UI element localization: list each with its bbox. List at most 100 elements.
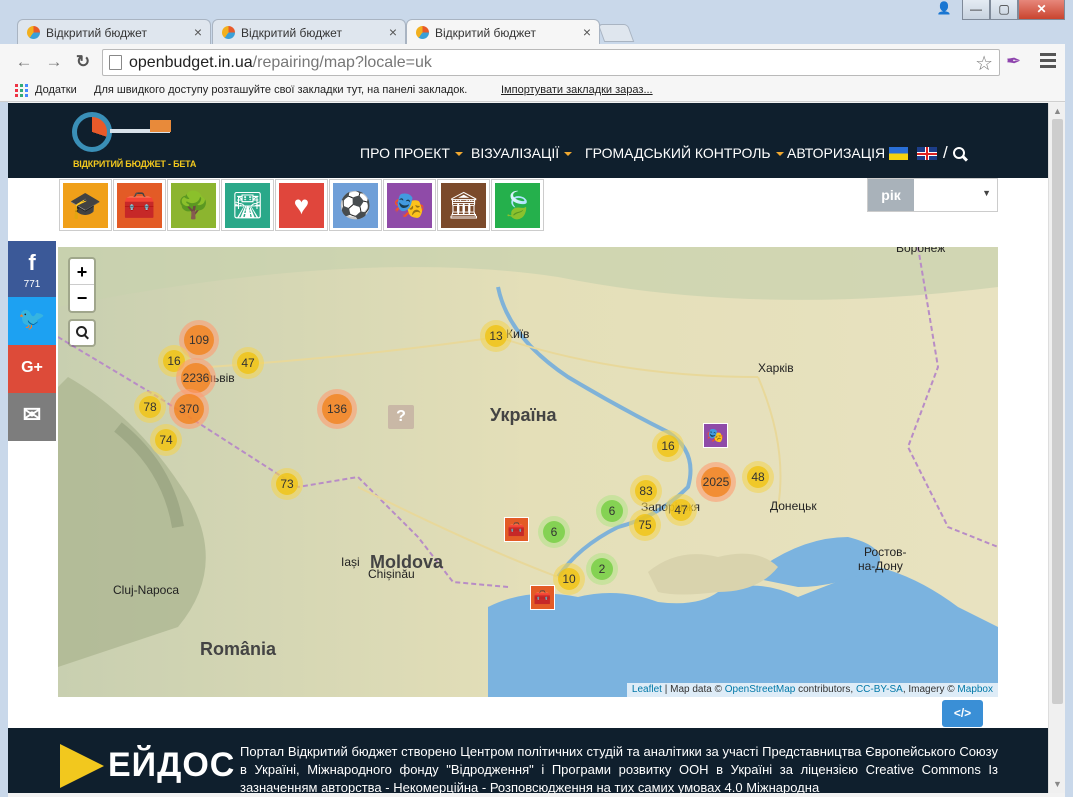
map-cluster-marker[interactable]: 6 <box>596 495 628 527</box>
category-football[interactable]: ⚽ <box>329 179 382 231</box>
eidos-logo[interactable]: ЕЙДОС <box>60 744 234 788</box>
embed-code-button[interactable]: </> <box>942 700 983 727</box>
scroll-down-icon: ▼ <box>1053 779 1062 789</box>
cluster-count: 13 <box>489 329 503 343</box>
import-bookmarks-link[interactable]: Імпортувати закладки зараз... <box>501 84 653 96</box>
map-cluster-marker[interactable]: 370 <box>169 389 209 429</box>
category-heart-pulse[interactable]: ♥ <box>275 179 328 231</box>
map-cluster-marker[interactable]: 10 <box>553 563 585 595</box>
map-cluster-marker[interactable]: 16 <box>652 430 684 462</box>
toolbox-icon[interactable]: 🧰 <box>530 585 555 610</box>
ukrainian-flag-icon[interactable] <box>889 147 908 160</box>
close-tab-icon[interactable]: × <box>389 24 397 40</box>
mapbox-link[interactable]: Mapbox <box>957 684 993 695</box>
close-window-button[interactable]: ✕ <box>1018 0 1065 20</box>
map-label-city: Воронеж <box>896 247 946 255</box>
cluster-count: 16 <box>661 439 675 453</box>
year-label: рік <box>868 179 914 211</box>
category-leaves[interactable]: 🍃 <box>491 179 544 231</box>
browser-menu-icon[interactable] <box>1040 53 1056 69</box>
browser-tab-3-active[interactable]: Відкритий бюджет × <box>406 19 600 46</box>
map-search-button[interactable] <box>68 319 96 347</box>
bookmarks-bar: Додатки Для швидкого доступу розташуйте … <box>0 80 1073 102</box>
footer-text: Портал Відкритий бюджет створено Центром… <box>240 744 998 793</box>
browser-tab-1[interactable]: Відкритий бюджет × <box>17 19 211 45</box>
profile-icon[interactable]: 👤 <box>935 1 953 17</box>
map-cluster-marker[interactable]: 2 <box>586 553 618 585</box>
bookmark-star-icon[interactable]: ☆ <box>975 51 993 76</box>
map-cluster-marker[interactable]: 6 <box>538 516 570 548</box>
map-cluster-marker[interactable]: 73 <box>271 468 303 500</box>
theatre-masks-icon[interactable]: 🎭 <box>703 423 728 448</box>
map-cluster-marker[interactable]: 136 <box>317 389 357 429</box>
minimize-button[interactable]: — <box>962 0 990 20</box>
category-road[interactable]: 🛣 <box>221 179 274 231</box>
browser-tab-2[interactable]: Відкритий бюджет × <box>212 19 406 45</box>
nav-login[interactable]: АВТОРИЗАЦІЯ <box>787 145 885 161</box>
apps-label[interactable]: Додатки <box>35 84 77 96</box>
unknown-location-marker[interactable]: ? <box>388 405 414 429</box>
tab-title: Відкритий бюджет <box>241 26 342 40</box>
leaflet-link[interactable]: Leaflet <box>632 684 662 695</box>
back-arrow-icon[interactable]: ← <box>14 52 34 72</box>
map-cluster-marker[interactable]: 47 <box>665 494 697 526</box>
projects-map[interactable]: Україна Moldova România Київ Харків Донецьк Во… <box>58 247 998 697</box>
map-cluster-marker[interactable]: 2025 <box>696 462 736 502</box>
forward-arrow-icon[interactable]: → <box>44 52 64 72</box>
zoom-out-button[interactable]: − <box>70 285 94 311</box>
license-link[interactable]: CC-BY-SA <box>856 684 903 695</box>
leaves-icon: 🍃 <box>501 190 534 220</box>
reload-icon[interactable]: ↻ <box>73 52 93 72</box>
email-share-button[interactable]: ✉ <box>8 393 56 441</box>
cluster-count: 2025 <box>702 475 730 489</box>
map-cluster-marker[interactable]: 47 <box>232 347 264 379</box>
category-theatre-masks[interactable]: 🎭 <box>383 179 436 231</box>
zoom-in-button[interactable]: + <box>70 259 94 285</box>
search-icon[interactable] <box>953 147 967 161</box>
map-cluster-marker[interactable]: 48 <box>742 461 774 493</box>
cluster-count: 10 <box>562 572 576 586</box>
dropdown-arrow-icon[interactable]: ▼ <box>982 188 991 198</box>
cluster-count: 48 <box>751 470 765 484</box>
window-frame-left <box>0 102 8 797</box>
openbudget-logo[interactable] <box>70 112 180 152</box>
map-cluster-marker[interactable]: 83 <box>630 475 662 507</box>
nav-about[interactable]: ПРО ПРОЕКТ <box>360 145 463 161</box>
map-cluster-marker[interactable]: 13 <box>480 320 512 352</box>
close-tab-icon[interactable]: × <box>194 24 202 40</box>
url-text[interactable]: openbudget.in.ua/repairing/map?locale=uk <box>129 54 432 72</box>
category-park-tree[interactable]: 🌳 <box>167 179 220 231</box>
park-tree-icon: 🌳 <box>177 190 210 220</box>
page-scrollbar[interactable]: ▲ ▼ <box>1048 103 1065 793</box>
osm-link[interactable]: OpenStreetMap <box>725 684 796 695</box>
share-sidebar: f 771 🐦 G+ ✉ <box>8 241 56 441</box>
map-cluster-marker[interactable]: 78 <box>134 391 166 423</box>
google-plus-icon: G+ <box>21 359 43 376</box>
twitter-share-button[interactable]: 🐦 <box>8 297 56 345</box>
map-cluster-marker[interactable]: 75 <box>629 509 661 541</box>
museum-columns-icon: 🏛 <box>446 190 480 220</box>
maximize-button[interactable]: ▢ <box>990 0 1018 20</box>
scrollbar-thumb[interactable] <box>1052 119 1063 704</box>
uk-flag-icon[interactable] <box>917 147 937 160</box>
map-basemap <box>58 247 998 697</box>
toolbox-icon[interactable]: 🧰 <box>504 517 529 542</box>
category-graduation-cap[interactable]: 🎓 <box>59 179 112 231</box>
nav-public-control[interactable]: ГРОМАДСЬКИЙ КОНТРОЛЬ <box>585 145 784 161</box>
new-tab-button[interactable] <box>597 24 635 42</box>
apps-grid-icon[interactable] <box>15 84 28 97</box>
scroll-up-icon: ▲ <box>1053 106 1062 116</box>
map-cluster-marker[interactable]: 74 <box>150 424 182 456</box>
facebook-share-button[interactable]: f 771 <box>8 241 56 297</box>
close-tab-icon[interactable]: × <box>583 24 591 40</box>
address-bar[interactable]: openbudget.in.ua/repairing/map?locale=uk… <box>102 49 1000 76</box>
category-toolbox[interactable]: 🧰 <box>113 179 166 231</box>
facebook-icon: f <box>28 250 36 275</box>
feather-extension-icon[interactable]: ✒ <box>1006 51 1021 72</box>
google-plus-share-button[interactable]: G+ <box>8 345 56 393</box>
map-label-city: Харків <box>758 361 794 375</box>
nav-visualizations[interactable]: ВІЗУАЛІЗАЦІЇ <box>471 145 573 161</box>
map-label-country: Україна <box>490 405 557 425</box>
category-museum-columns[interactable]: 🏛 <box>437 179 490 231</box>
year-select[interactable]: рік ▼ <box>867 178 998 212</box>
